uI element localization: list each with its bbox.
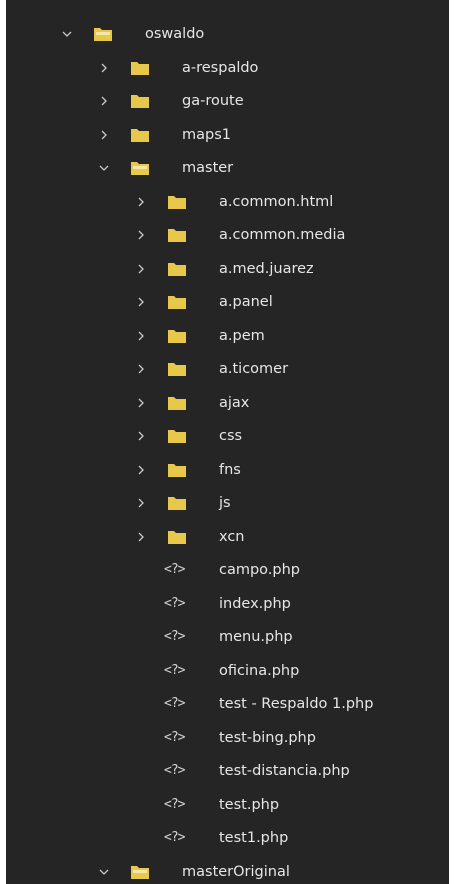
folder-name: a.med.juarez [219, 260, 314, 277]
file-row[interactable]: <?> menu.php [6, 619, 449, 655]
file-explorer-tree: oswaldo a-respaldo ga-route maps1 master a.co… [6, 0, 449, 884]
file-name: test-bing.php [219, 729, 316, 746]
folder-row[interactable]: css [6, 418, 449, 454]
folder-open-icon [130, 160, 150, 176]
folder-name: a.common.media [219, 227, 346, 243]
folder-name: a.ticomer [219, 361, 289, 377]
folder-row[interactable]: a.ticomer [6, 351, 449, 387]
file-name: test.php [219, 796, 280, 813]
folder-name: a.panel [219, 294, 273, 310]
file-name: test - Respaldo 1.php [219, 696, 374, 712]
folder-icon [167, 261, 187, 277]
chevron-right-icon[interactable] [132, 528, 150, 546]
folder-name: maps1 [182, 126, 231, 143]
php-file-icon: <?> [164, 629, 185, 644]
folder-row[interactable]: a.med.juarez [6, 251, 449, 287]
file-name: oficina.php [219, 662, 300, 679]
chevron-right-icon[interactable] [132, 293, 150, 311]
folder-row[interactable]: a-respaldo [6, 50, 449, 86]
folder-icon [167, 529, 187, 545]
folder-icon [130, 93, 150, 109]
folder-name: master [182, 160, 234, 176]
folder-icon [130, 60, 150, 76]
file-name: menu.php [219, 629, 293, 645]
php-file-icon: <?> [164, 729, 185, 745]
folder-name: a.common.html [219, 193, 334, 210]
folder-name: ajax [219, 394, 250, 411]
folder-name: css [219, 428, 243, 444]
folder-icon [167, 361, 187, 377]
folder-icon [167, 462, 187, 478]
folder-name: js [219, 495, 231, 511]
folder-icon [167, 194, 187, 210]
php-file-icon: <?> [164, 763, 185, 778]
chevron-down-icon[interactable] [95, 863, 113, 881]
php-file-icon: <?> [164, 562, 185, 577]
folder-name: xcn [219, 528, 245, 545]
folder-row[interactable]: maps1 [6, 117, 449, 153]
file-row[interactable]: <?> test-bing.php [6, 720, 449, 756]
chevron-right-icon[interactable] [95, 92, 113, 110]
php-file-icon: <?> [164, 662, 185, 678]
folder-row[interactable]: masterOriginal [6, 854, 449, 884]
folder-row[interactable]: ga-route [6, 83, 449, 119]
file-row[interactable]: <?> test.php [6, 787, 449, 823]
folder-open-icon [93, 26, 113, 42]
folder-row[interactable]: xcn [6, 519, 449, 555]
chevron-down-icon[interactable] [95, 159, 113, 177]
php-file-icon: <?> [164, 595, 185, 611]
file-name: test-distancia.php [219, 763, 350, 779]
chevron-right-icon[interactable] [95, 126, 113, 144]
file-name: test1.php [219, 830, 289, 846]
folder-row[interactable]: a.panel [6, 284, 449, 320]
php-file-icon: <?> [164, 830, 185, 845]
folder-icon [167, 227, 187, 243]
file-name: campo.php [219, 562, 301, 578]
chevron-right-icon[interactable] [132, 427, 150, 445]
folder-row[interactable]: a.pem [6, 318, 449, 354]
php-file-icon: <?> [164, 696, 185, 711]
folder-open-icon [130, 864, 150, 880]
folder-row[interactable]: fns [6, 452, 449, 488]
file-row[interactable]: <?> test - Respaldo 1.php [6, 686, 449, 722]
folder-row[interactable]: a.common.media [6, 217, 449, 253]
chevron-right-icon[interactable] [95, 59, 113, 77]
chevron-right-icon[interactable] [132, 360, 150, 378]
folder-icon [167, 328, 187, 344]
chevron-right-icon[interactable] [132, 327, 150, 345]
folder-icon [130, 127, 150, 143]
folder-row[interactable]: js [6, 485, 449, 521]
folder-icon [167, 294, 187, 310]
file-row[interactable]: <?> campo.php [6, 552, 449, 588]
folder-name: a.pem [219, 327, 265, 344]
chevron-right-icon[interactable] [132, 260, 150, 278]
chevron-right-icon[interactable] [132, 461, 150, 479]
folder-icon [167, 495, 187, 511]
file-row[interactable]: <?> index.php [6, 586, 449, 622]
chevron-right-icon[interactable] [132, 394, 150, 412]
folder-row[interactable]: ajax [6, 385, 449, 421]
folder-name: fns [219, 461, 241, 478]
folder-icon [167, 395, 187, 411]
folder-row[interactable]: a.common.html [6, 184, 449, 220]
file-row[interactable]: <?> test1.php [6, 820, 449, 856]
php-file-icon: <?> [164, 796, 185, 812]
folder-name: a-respaldo [182, 59, 259, 76]
folder-name: masterOriginal [182, 863, 290, 880]
folder-row[interactable]: oswaldo [6, 16, 449, 52]
folder-row[interactable]: master [6, 150, 449, 186]
folder-name: oswaldo [145, 26, 205, 42]
folder-icon [167, 428, 187, 444]
chevron-down-icon[interactable] [58, 25, 76, 43]
file-row[interactable]: <?> test-distancia.php [6, 753, 449, 789]
file-name: index.php [219, 595, 291, 612]
chevron-right-icon[interactable] [132, 494, 150, 512]
file-row[interactable]: <?> oficina.php [6, 653, 449, 689]
chevron-right-icon[interactable] [132, 193, 150, 211]
folder-name: ga-route [182, 93, 244, 109]
chevron-right-icon[interactable] [132, 226, 150, 244]
